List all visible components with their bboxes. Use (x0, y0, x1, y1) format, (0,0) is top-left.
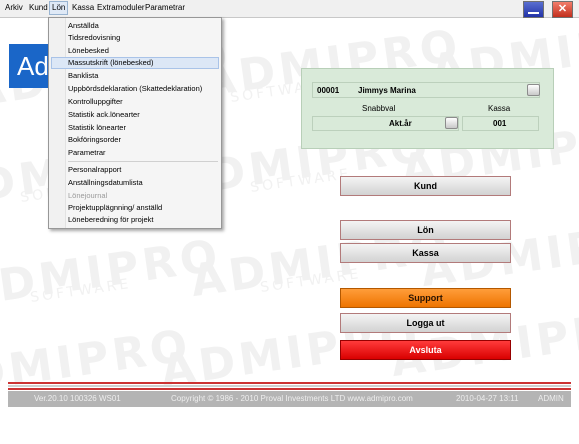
menu-item-kontrolluppgifter[interactable]: Kontrolluppgifter (68, 97, 123, 107)
kassa-label: Kassa (488, 104, 511, 113)
menu-bar: Arkiv Kund Lön Kassa Extramoduler Parame… (0, 0, 579, 18)
footer-stripe (8, 388, 571, 390)
menu-item-anstallda[interactable]: Anställda (68, 21, 99, 31)
menu-item-anstallningsdatumlista[interactable]: Anställningsdatumlista (68, 178, 143, 188)
menu-extramoduler[interactable]: Extramoduler (95, 2, 147, 14)
logga-ut-button[interactable]: Logga ut (340, 313, 511, 333)
version-text: Ver.20.10 100326 WS01 (34, 394, 121, 403)
minimize-button[interactable] (523, 1, 544, 18)
user-text: ADMIN (538, 394, 564, 403)
snabbval-button[interactable] (445, 117, 458, 129)
menu-item-banklista[interactable]: Banklista (68, 71, 98, 81)
menu-item-tidsredovisning[interactable]: Tidsredovisning (68, 33, 120, 43)
menu-item-parametrar[interactable]: Parametrar (68, 148, 106, 158)
menu-separator (68, 161, 218, 162)
menu-arkiv[interactable]: Arkiv (3, 2, 25, 14)
copyright-text: Copyright © 1986 - 2010 Proval Investmen… (171, 394, 413, 403)
snabbval-field: Akt.år (312, 116, 459, 131)
menu-item-lonejournal: Lönejournal (68, 191, 108, 200)
menu-icon-column (49, 18, 66, 228)
company-select-button[interactable] (527, 84, 540, 96)
menu-lon[interactable]: Lön (49, 1, 69, 15)
minimize-icon (528, 12, 539, 14)
menu-item-massutskrift[interactable]: Massutskrift (lönebesked) (68, 58, 153, 68)
snabbval-label: Snabbval (362, 104, 396, 113)
close-button[interactable]: ✕ (552, 1, 573, 18)
kund-button[interactable]: Kund (340, 176, 511, 196)
menu-kassa[interactable]: Kassa (70, 2, 96, 14)
menu-item-uppbordsdeklaration[interactable]: Uppbördsdeklaration (Skattedeklaration) (68, 84, 202, 94)
lon-button[interactable]: Lön (340, 220, 511, 240)
footer-stripe (8, 382, 571, 384)
admipro-logo: Ad (9, 44, 49, 88)
kassa-value: 001 (493, 119, 507, 128)
lon-dropdown-menu: Anställda Tidsredovisning Lönebesked Mas… (48, 17, 222, 229)
menu-item-personalrapport[interactable]: Personalrapport (68, 165, 121, 175)
menu-item-bokforingsorder[interactable]: Bokföringsorder (68, 135, 121, 145)
kassa-field: 001 (462, 116, 539, 131)
company-info-panel: 00001 Jimmys Marina Snabbval Kassa Akt.å… (301, 68, 554, 149)
menu-kund[interactable]: Kund (27, 2, 50, 14)
footer-stripe (8, 385, 571, 387)
avsluta-button[interactable]: Avsluta (340, 340, 511, 360)
datetime-text: 2010-04-27 13:11 (456, 394, 519, 403)
menu-item-lonebesked[interactable]: Lönebesked (68, 46, 109, 56)
company-row: 00001 Jimmys Marina (312, 82, 540, 98)
kassa-button[interactable]: Kassa (340, 243, 511, 263)
close-icon: ✕ (557, 3, 568, 15)
company-name: Jimmys Marina (358, 86, 416, 95)
snabbval-value: Akt.år (389, 119, 412, 128)
menu-item-projektupplaggning[interactable]: Projektupplägnning/ anställd (68, 203, 162, 213)
menu-item-statistik-lonearter[interactable]: Statistik lönearter (68, 123, 126, 133)
menu-item-statistik-ack-lonearter[interactable]: Statistik ack.lönearter (68, 110, 140, 120)
menu-parametrar[interactable]: Parametrar (143, 2, 187, 14)
company-number: 00001 (317, 86, 340, 95)
status-bar: Ver.20.10 100326 WS01 Copyright © 1986 -… (8, 391, 571, 407)
menu-item-loneberedning-projekt[interactable]: Löneberedning för projekt (68, 215, 153, 225)
support-button[interactable]: Support (340, 288, 511, 308)
